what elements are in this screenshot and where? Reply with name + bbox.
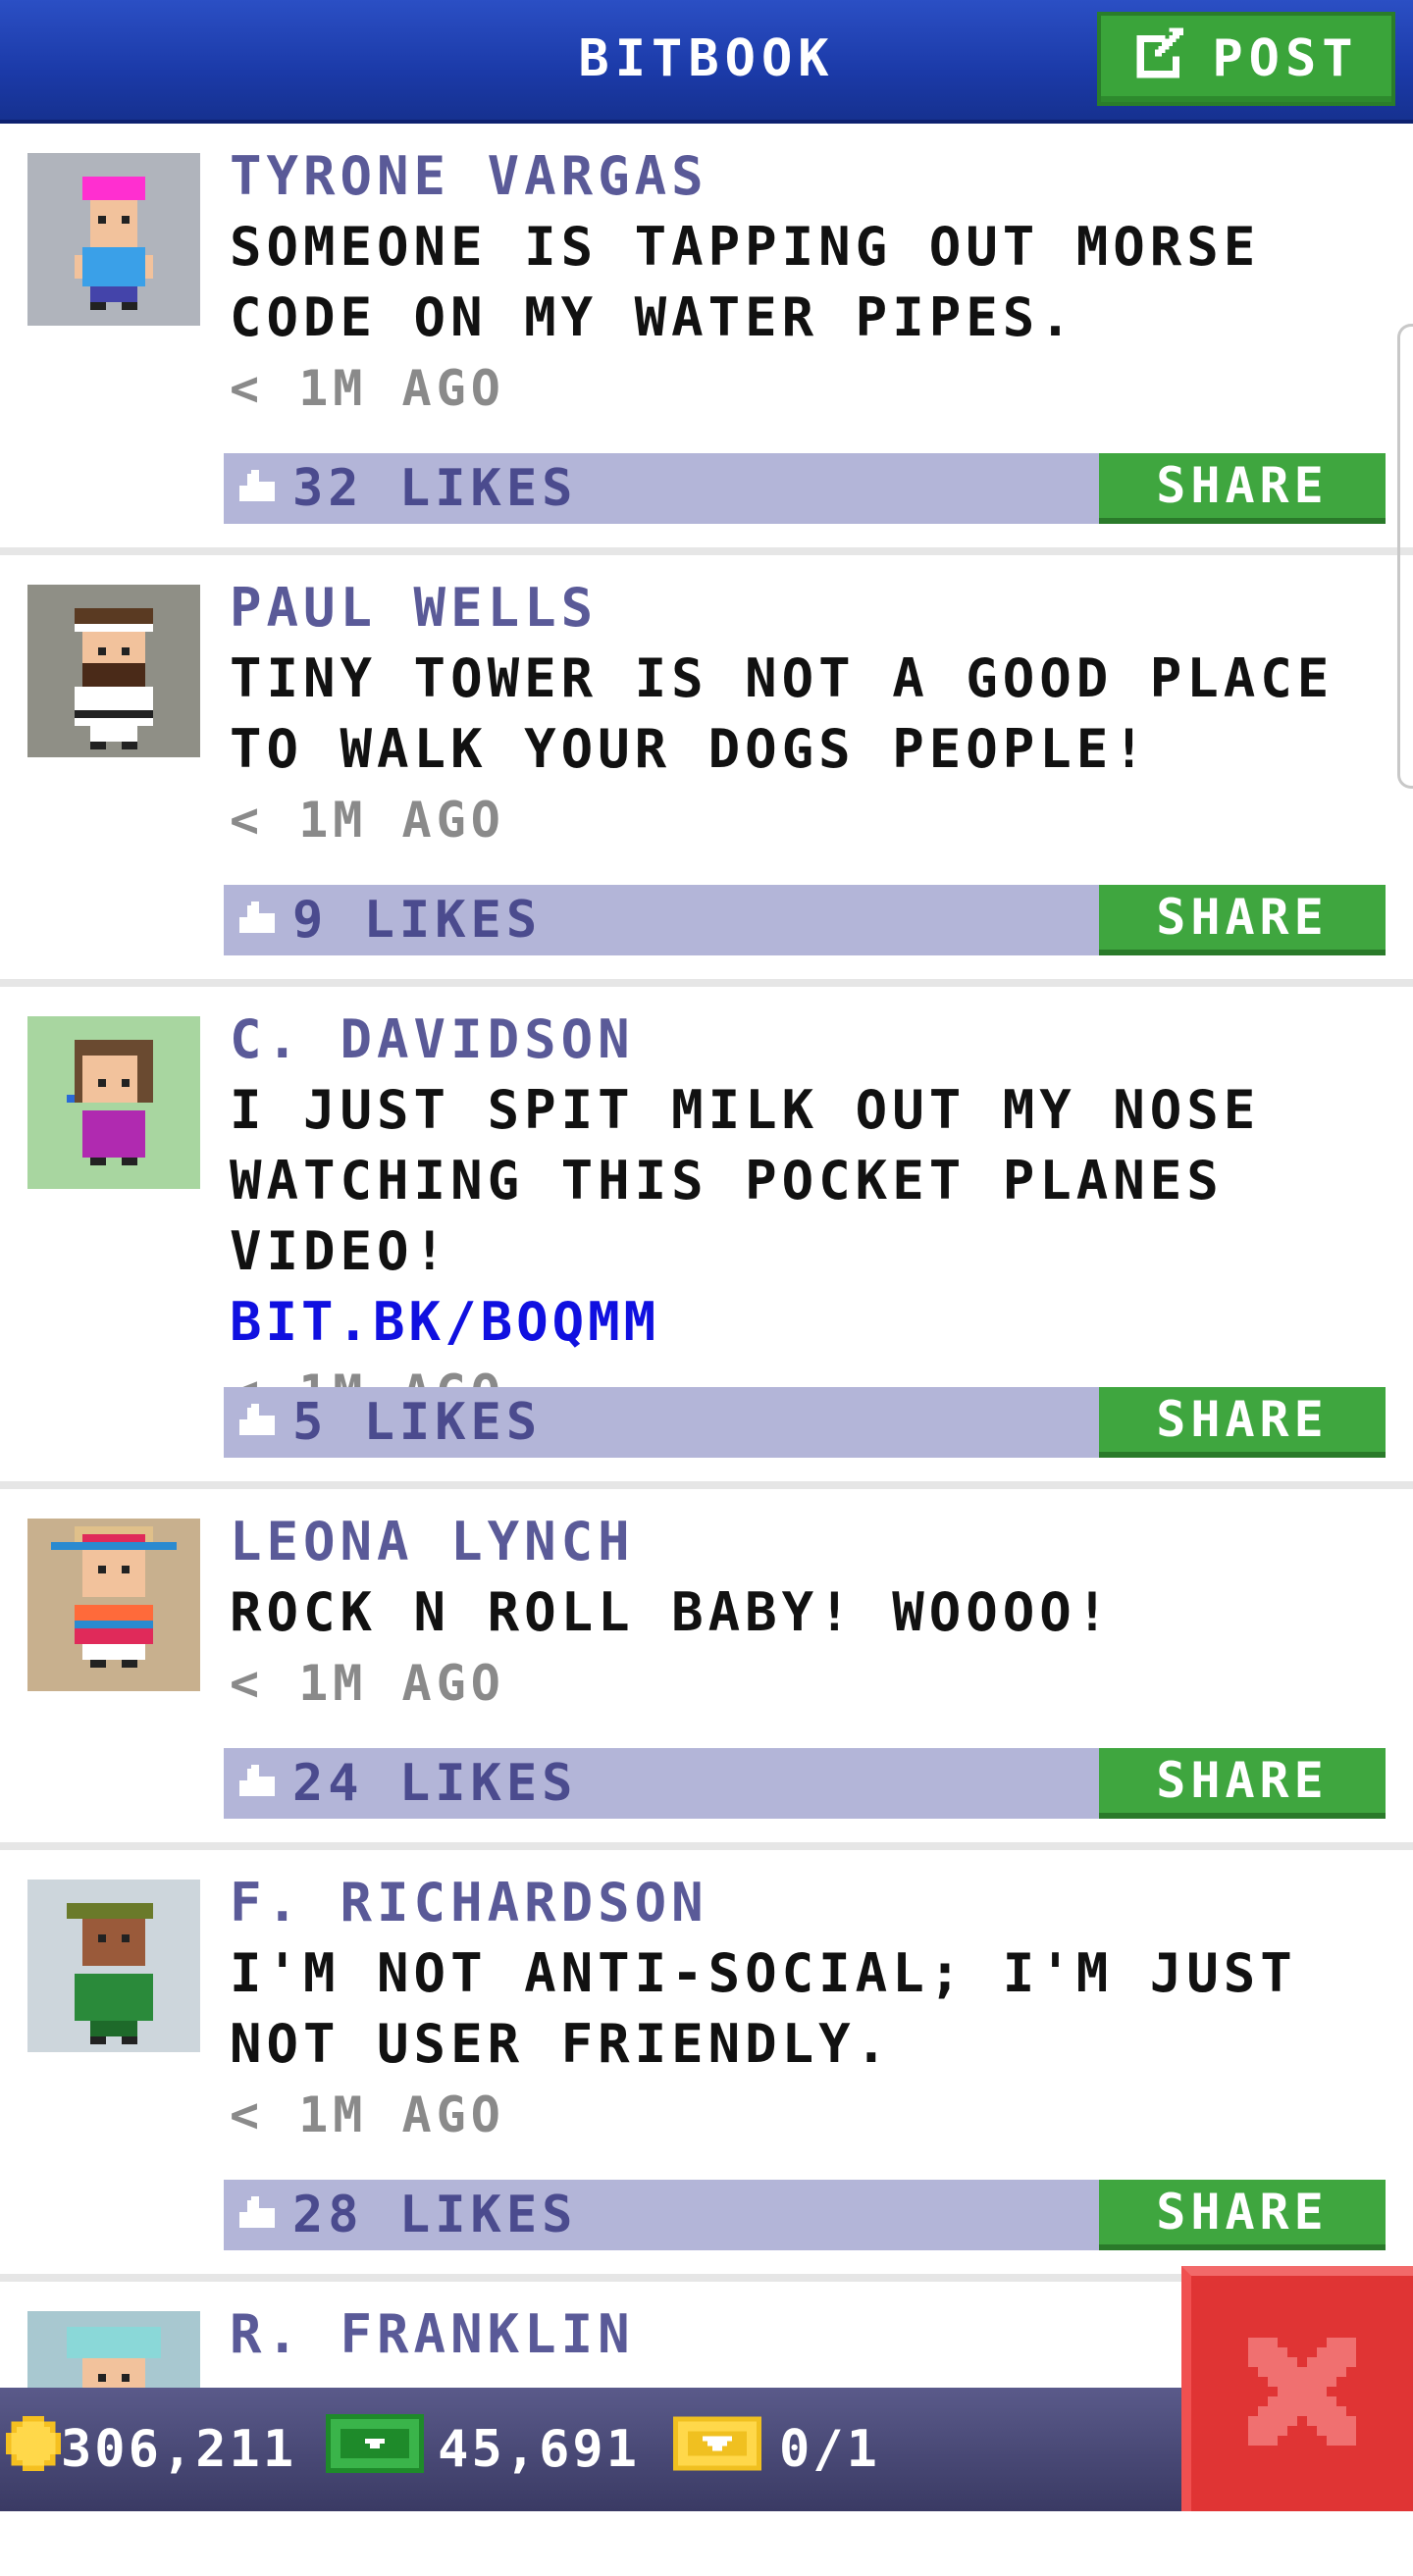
post-message: I JUST SPIT MILK OUT MY NOSE WATCHING TH… [230, 1079, 1261, 1282]
post-author[interactable]: C. DAVIDSON [230, 1005, 1387, 1075]
feed-post: F. RICHARDSON I'M NOT ANTI-SOCIAL; I'M J… [0, 1850, 1413, 2282]
post-author[interactable]: LEONA LYNCH [230, 1507, 1387, 1577]
share-button[interactable]: SHARE [1099, 453, 1386, 524]
feed-post: C. DAVIDSON I JUST SPIT MILK OUT MY NOSE… [0, 987, 1413, 1489]
share-button[interactable]: SHARE [1099, 2180, 1386, 2250]
like-button[interactable]: 24 LIKES [239, 1748, 577, 1819]
feed-post: LEONA LYNCH ROCK N ROLL BABY! WOOOO! < 1… [0, 1489, 1413, 1850]
thumbs-up-icon [239, 1754, 275, 1813]
post-label: POST [1212, 29, 1359, 88]
post-time: < 1M AGO [230, 792, 505, 849]
avatar [27, 1519, 200, 1691]
post-message: TINY TOWER IS NOT A GOOD PLACE TO WALK Y… [230, 647, 1334, 780]
thumbs-up-icon [239, 1393, 275, 1452]
like-bar: 9 LIKES SHARE [224, 885, 1386, 955]
scroll-handle[interactable] [1397, 324, 1413, 789]
like-button[interactable]: 28 LIKES [239, 2180, 577, 2250]
header-bar: BITBOOK POST [0, 0, 1413, 124]
post-link[interactable]: BIT.BK/BOQMM [230, 1287, 1387, 1358]
share-button[interactable]: SHARE [1099, 885, 1386, 955]
like-bar: 32 LIKES SHARE [224, 453, 1386, 524]
avatar [27, 585, 200, 757]
feed-post: TYRONE VARGAS SOMEONE IS TAPPING OUT MOR… [0, 124, 1413, 555]
tickets-stat: 0/1 [673, 2416, 880, 2484]
like-button[interactable]: 9 LIKES [239, 885, 542, 955]
post-message: I'M NOT ANTI-SOCIAL; I'M JUST NOT USER F… [230, 1942, 1297, 2075]
bux-icon [326, 2413, 425, 2487]
bux-stat: 45,691 [326, 2413, 640, 2487]
share-button[interactable]: SHARE [1099, 1748, 1386, 1819]
edit-icon [1133, 25, 1190, 94]
likes-count: 24 LIKES [292, 1754, 578, 1813]
tickets-value: 0/1 [779, 2420, 880, 2479]
coin-icon [6, 2415, 61, 2484]
like-button[interactable]: 5 LIKES [239, 1387, 542, 1458]
avatar [27, 1880, 200, 2052]
coins-stat: 306,211 [6, 2415, 297, 2484]
like-bar: 5 LIKES SHARE [224, 1387, 1386, 1458]
likes-count: 32 LIKES [292, 459, 578, 518]
thumbs-up-icon [239, 2186, 275, 2244]
thumbs-up-icon [239, 459, 275, 518]
post-time: < 1M AGO [230, 1655, 505, 1712]
feed[interactable]: TYRONE VARGAS SOMEONE IS TAPPING OUT MOR… [0, 124, 1413, 2576]
close-button[interactable] [1181, 2266, 1413, 2511]
likes-count: 28 LIKES [292, 2186, 578, 2244]
post-message: ROCK N ROLL BABY! WOOOO! [230, 1581, 1114, 1643]
post-author[interactable]: PAUL WELLS [230, 573, 1387, 644]
post-author[interactable]: F. RICHARDSON [230, 1868, 1387, 1938]
feed-post: PAUL WELLS TINY TOWER IS NOT A GOOD PLAC… [0, 555, 1413, 987]
avatar [27, 1016, 200, 1189]
coins-value: 306,211 [61, 2420, 297, 2479]
bux-value: 45,691 [438, 2420, 640, 2479]
post-time: < 1M AGO [230, 2087, 505, 2143]
ticket-icon [673, 2416, 761, 2484]
like-button[interactable]: 32 LIKES [239, 453, 577, 524]
likes-count: 9 LIKES [292, 891, 543, 950]
post-time: < 1M AGO [230, 360, 505, 417]
close-icon [1248, 2338, 1356, 2449]
like-bar: 28 LIKES SHARE [224, 2180, 1386, 2250]
avatar [27, 153, 200, 326]
share-button[interactable]: SHARE [1099, 1387, 1386, 1458]
like-bar: 24 LIKES SHARE [224, 1748, 1386, 1819]
post-author[interactable]: TYRONE VARGAS [230, 141, 1387, 212]
likes-count: 5 LIKES [292, 1393, 543, 1452]
post-message: SOMEONE IS TAPPING OUT MORSE CODE ON MY … [230, 216, 1261, 348]
post-button[interactable]: POST [1097, 12, 1395, 106]
thumbs-up-icon [239, 891, 275, 950]
